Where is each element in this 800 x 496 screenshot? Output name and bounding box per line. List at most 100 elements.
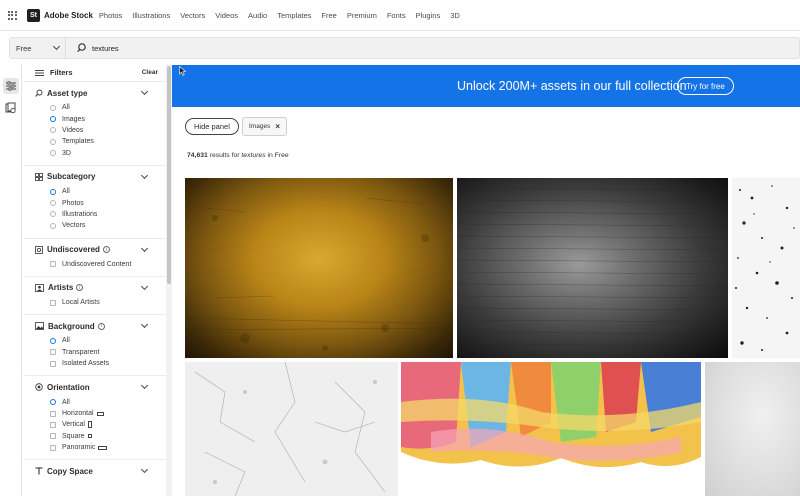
logo-mark: St <box>27 8 40 22</box>
orientation-option-horizontal[interactable]: Horizontal <box>35 408 166 419</box>
asset-type-option-all[interactable]: All <box>35 102 166 113</box>
panoramic-shape-icon <box>98 445 108 450</box>
info-icon[interactable]: i <box>97 322 105 330</box>
orientation-option-panoramic[interactable]: Panoramic <box>35 442 166 453</box>
clear-filters-button[interactable]: Clear <box>142 69 158 76</box>
nav-link-vectors[interactable]: Vectors <box>180 11 205 20</box>
nav-link-fonts[interactable]: Fonts <box>387 11 406 20</box>
filter-sliders-icon[interactable] <box>3 78 19 94</box>
radio-button[interactable] <box>50 200 56 207</box>
info-icon[interactable]: i <box>76 284 84 292</box>
option-label: Undiscovered Content <box>62 260 132 268</box>
scrollbar-thumb[interactable] <box>167 66 171 284</box>
artists-option-local[interactable]: Local Artists <box>35 297 166 308</box>
radio-button-selected[interactable] <box>50 188 56 195</box>
radio-button-selected[interactable] <box>50 337 56 344</box>
horizontal-shape-icon <box>96 411 104 416</box>
nav-link-illustrations[interactable]: Illustrations <box>132 11 170 20</box>
filter-chip-images[interactable]: Images × <box>242 117 287 136</box>
promo-banner-text: Unlock 200M+ assets in our full collecti… <box>457 79 687 93</box>
result-image-crackle-overlay[interactable] <box>185 362 398 496</box>
square-shape-icon <box>87 434 92 439</box>
promo-banner: Unlock 200M+ assets in our full collecti… <box>172 65 800 107</box>
top-nav: St Adobe Stock Photos Illustrations Vect… <box>0 0 800 31</box>
subcategory-option-vectors[interactable]: Vectors <box>35 220 166 231</box>
checkbox[interactable] <box>50 349 56 356</box>
orientation-option-square[interactable]: Square <box>35 431 166 442</box>
option-label: Videos <box>62 126 84 134</box>
background-option-isolated[interactable]: Isolated Assets <box>35 358 166 369</box>
asset-type-option-3d[interactable]: 3D <box>35 148 166 159</box>
radio-button[interactable] <box>50 222 56 229</box>
option-label: Vertical <box>62 421 85 429</box>
radio-button[interactable] <box>50 104 56 111</box>
background-option-transparent[interactable]: Transparent <box>35 347 166 358</box>
nav-link-3d[interactable]: 3D <box>450 11 460 20</box>
orientation-section: Orientation All Horizontal Vertical Squa… <box>23 376 166 461</box>
checkbox[interactable] <box>50 433 56 440</box>
search-input[interactable] <box>92 43 492 53</box>
logo-text: Adobe Stock <box>44 10 93 20</box>
results-query: textures <box>241 152 266 159</box>
subcategory-option-photos[interactable]: Photos <box>35 197 166 208</box>
radio-button-selected[interactable] <box>50 399 56 406</box>
result-image-dark-concrete[interactable] <box>457 178 728 358</box>
close-icon[interactable]: × <box>275 122 280 131</box>
radio-button[interactable] <box>50 138 56 145</box>
copy-space-title: Copy Space <box>47 466 93 476</box>
result-image-paint-strokes[interactable] <box>401 362 701 496</box>
checkbox[interactable] <box>50 410 56 417</box>
nav-link-videos[interactable]: Videos <box>215 11 238 20</box>
apps-grid-icon[interactable] <box>1 0 23 31</box>
scope-select[interactable]: Free <box>10 38 66 58</box>
collections-icon[interactable] <box>3 100 19 116</box>
radio-button[interactable] <box>50 211 56 218</box>
info-icon[interactable]: i <box>102 246 110 254</box>
asset-type-option-videos[interactable]: Videos <box>35 125 166 136</box>
subcategory-option-illustrations[interactable]: Illustrations <box>35 209 166 220</box>
subcategory-option-all[interactable]: All <box>35 186 166 197</box>
nav-link-photos[interactable]: Photos <box>99 11 122 20</box>
undiscovered-option-content[interactable]: Undiscovered Content <box>35 259 166 270</box>
filters-panel: Filters Clear Asset type All Images Vide… <box>23 64 166 496</box>
result-image-grey-cloud[interactable] <box>705 362 800 496</box>
nav-link-audio[interactable]: Audio <box>248 11 267 20</box>
orientation-option-vertical[interactable]: Vertical <box>35 419 166 430</box>
adobe-stock-logo[interactable]: St Adobe Stock <box>27 8 93 22</box>
checkbox[interactable] <box>50 421 56 428</box>
asset-type-title: Asset type <box>47 88 88 98</box>
option-label: Isolated Assets <box>62 360 110 368</box>
results-tail: in Free <box>267 152 289 159</box>
checkbox[interactable] <box>50 444 56 451</box>
background-option-all[interactable]: All <box>35 335 166 346</box>
nav-link-premium[interactable]: Premium <box>347 11 377 20</box>
mouse-cursor-icon <box>179 66 187 76</box>
checkbox[interactable] <box>50 299 56 306</box>
artists-title: Artists <box>48 283 74 293</box>
filter-sliders-icon <box>35 69 44 76</box>
asset-type-option-templates[interactable]: Templates <box>35 136 166 147</box>
try-for-free-button[interactable]: Try for free <box>677 77 734 95</box>
checkbox[interactable] <box>50 360 56 367</box>
orientation-option-all[interactable]: All <box>35 396 166 407</box>
result-image-grunge-gold[interactable] <box>185 178 453 358</box>
filter-chip-label: Images <box>249 123 271 130</box>
nav-link-templates[interactable]: Templates <box>277 11 311 20</box>
nav-link-plugins[interactable]: Plugins <box>416 11 441 20</box>
hide-panel-button[interactable]: Hide panel <box>185 118 239 135</box>
nav-link-free[interactable]: Free <box>321 11 336 20</box>
undiscovered-section: Undiscovered i Undiscovered Content <box>23 239 166 277</box>
copy-space-section: Copy Space <box>23 460 166 486</box>
radio-button-selected[interactable] <box>50 116 56 123</box>
radio-button[interactable] <box>50 127 56 134</box>
search-bar: Free <box>0 31 800 64</box>
search-icon[interactable] <box>76 41 90 55</box>
option-label: All <box>62 398 70 406</box>
radio-button[interactable] <box>50 150 56 157</box>
option-label: 3D <box>62 149 71 157</box>
asset-type-option-images[interactable]: Images <box>35 113 166 124</box>
orientation-title: Orientation <box>47 382 90 392</box>
nav-links: Photos Illustrations Vectors Videos Audi… <box>99 11 470 20</box>
result-image-speckle-texture[interactable] <box>732 178 800 358</box>
checkbox[interactable] <box>50 261 56 268</box>
